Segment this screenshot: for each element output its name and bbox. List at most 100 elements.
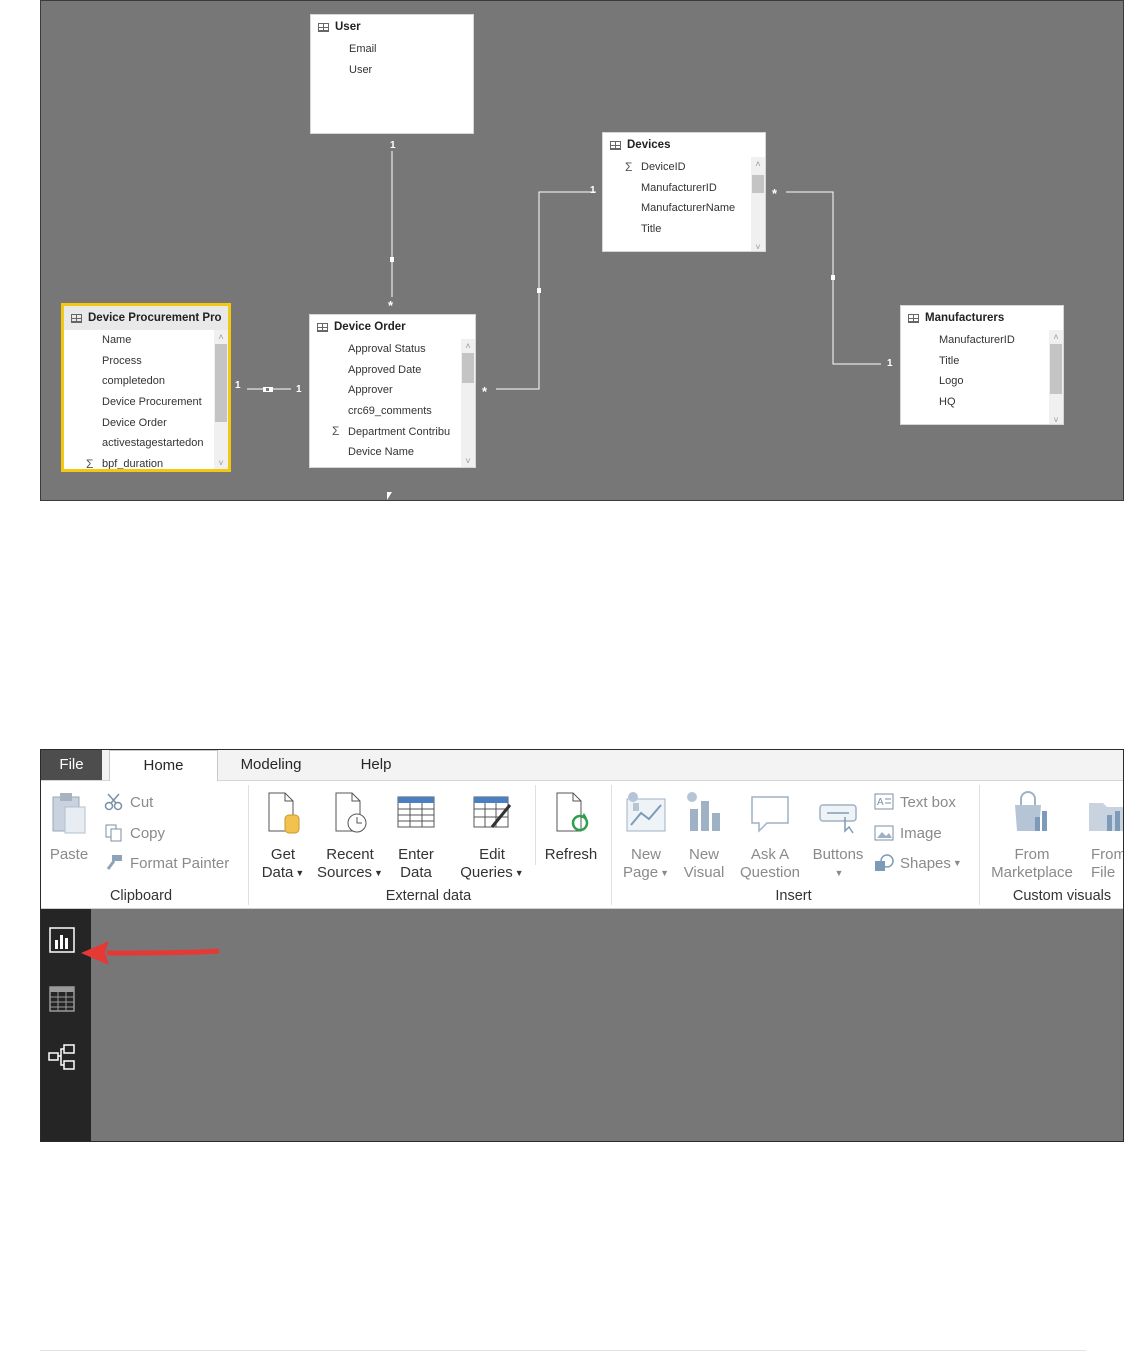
group-label-external-data: External data [385,888,472,904]
table-title: User [335,21,361,33]
sigma-icon: Σ [86,456,94,469]
model-diagram-canvas[interactable]: 1 * 1 * * 1 1 1 User Email User Devices … [40,0,1124,501]
field-title[interactable]: Title [901,351,1063,372]
table-title: Manufacturers [925,312,1005,324]
scrollbar[interactable]: ˄ ˅ [1049,330,1063,424]
edit-queries-button[interactable]: Edit Queries ▼ [455,791,529,882]
ask-a-question-button[interactable]: Ask A Question [735,791,805,882]
recent-sources-button[interactable]: Recent Sources ▼ [315,791,385,882]
table-icon [318,22,329,32]
relationships-view-icon[interactable] [48,1043,76,1071]
table-icon [610,140,621,150]
enter-data-button[interactable]: Enter Data [391,791,441,882]
cut-button[interactable]: Cut [104,791,153,813]
field-deviceid[interactable]: Σ DeviceID [603,157,765,178]
tab-home[interactable]: Home [109,750,218,782]
new-visual-icon [687,792,720,831]
scrollbar[interactable]: ˄ ˅ [751,157,765,251]
enter-data-icon [397,796,435,828]
group-label-insert: Insert [775,888,812,904]
tab-help[interactable]: Help [348,750,404,780]
from-marketplace-button[interactable]: From Marketplace [985,791,1079,882]
sigma-icon: Σ [625,160,633,174]
field-crc69-comments[interactable]: crc69_comments [310,401,475,422]
new-visual-button[interactable]: New Visual [679,791,729,882]
ribbon-home: Paste Cut Copy Format Painter Clipboard … [41,781,1123,909]
table-icon [317,322,328,332]
cardinality-one: 1 [296,384,302,395]
field-name[interactable]: Name [64,330,228,351]
tab-modeling[interactable]: Modeling [227,750,315,780]
field-bpf-duration[interactable]: Σbpf_duration [64,454,228,469]
field-completedon[interactable]: completedon [64,371,228,392]
buttons-button[interactable]: Buttons ▼ [807,791,869,882]
get-data-button[interactable]: Get Data ▼ [257,791,309,882]
shapes-button[interactable]: Shapes ▼ [874,852,962,874]
table-icon [908,313,919,323]
text-box-button[interactable]: A Text box [874,791,956,813]
sigma-icon: Σ [332,424,340,439]
image-button[interactable]: Image [874,822,942,844]
table-device-procurement[interactable]: Device Procurement Pro Name Process comp… [61,303,231,472]
table-device-order[interactable]: Device Order Approval Status Approved Da… [309,314,476,468]
field-process[interactable]: Process [64,351,228,372]
table-icon [71,313,82,323]
field-activestagestartedon[interactable]: activestagestartedon [64,433,228,454]
scroll-thumb[interactable] [752,175,764,193]
field-hq[interactable]: HQ [901,392,1063,413]
scroll-thumb[interactable] [215,344,227,422]
scroll-up-icon: ˄ [1053,332,1059,342]
format-painter-icon [106,855,122,870]
scroll-up-icon: ˄ [465,341,471,351]
scroll-up-icon: ˄ [218,332,224,342]
group-divider [979,785,980,905]
from-file-button[interactable]: From File [1085,791,1123,882]
report-canvas[interactable] [41,909,1123,1141]
field-approval-status[interactable]: Approval Status [310,339,475,360]
table-manufacturers[interactable]: Manufacturers ManufacturerID Title Logo … [900,305,1064,425]
scissors-icon [104,793,123,811]
table-title: Devices [627,139,671,151]
field-logo[interactable]: Logo [901,371,1063,392]
field-approver[interactable]: Approver [310,380,475,401]
field-manufacturerid[interactable]: ManufacturerID [901,330,1063,351]
scroll-down-icon: ˅ [218,458,224,468]
dropdown-caret-icon: ▼ [514,868,524,879]
scrollbar[interactable]: ˄ ˅ [214,330,228,469]
data-view-icon[interactable] [48,985,76,1013]
paste-button[interactable]: Paste [47,791,91,864]
scroll-thumb[interactable] [462,353,474,383]
format-painter-button[interactable]: Format Painter [104,852,229,874]
new-page-button[interactable]: New Page ▼ [619,791,673,882]
field-manufacturername[interactable]: ManufacturerName [603,198,765,219]
copy-icon [105,824,122,842]
new-page-icon [626,792,666,832]
refresh-button[interactable]: Refresh [541,791,601,864]
field-department-contribution[interactable]: Σ Department Contribu [310,421,475,442]
group-label-custom-visuals: Custom visuals [1012,888,1112,904]
dropdown-caret-icon: ▼ [295,868,305,879]
cardinality-many: * [388,298,394,313]
dropdown-caret-icon: ▼ [374,868,383,879]
recent-sources-icon [335,792,367,833]
cardinality-many: * [482,384,488,399]
field-manufacturerid[interactable]: ManufacturerID [603,178,765,199]
svg-text:A: A [877,797,884,808]
field-title[interactable]: Title [603,219,765,240]
image-icon [874,825,894,841]
shapes-icon [875,854,894,871]
cardinality-one: 1 [235,380,241,391]
table-user[interactable]: User Email User [310,14,474,134]
scroll-thumb[interactable] [1050,344,1062,394]
field-email[interactable]: Email [311,39,473,60]
scrollbar[interactable]: ˄ ˅ [461,339,475,467]
copy-button[interactable]: Copy [104,822,165,844]
table-devices[interactable]: Devices Σ DeviceID ManufacturerID Manufac… [602,132,766,252]
field-user[interactable]: User [311,60,473,81]
field-device-procurement[interactable]: Device Procurement [64,392,228,413]
field-device-order[interactable]: Device Order [64,412,228,433]
field-device-name[interactable]: Device Name [310,442,475,463]
group-label-clipboard: Clipboard [109,888,173,904]
field-approved-date[interactable]: Approved Date [310,360,475,381]
tab-file[interactable]: File [41,750,102,780]
